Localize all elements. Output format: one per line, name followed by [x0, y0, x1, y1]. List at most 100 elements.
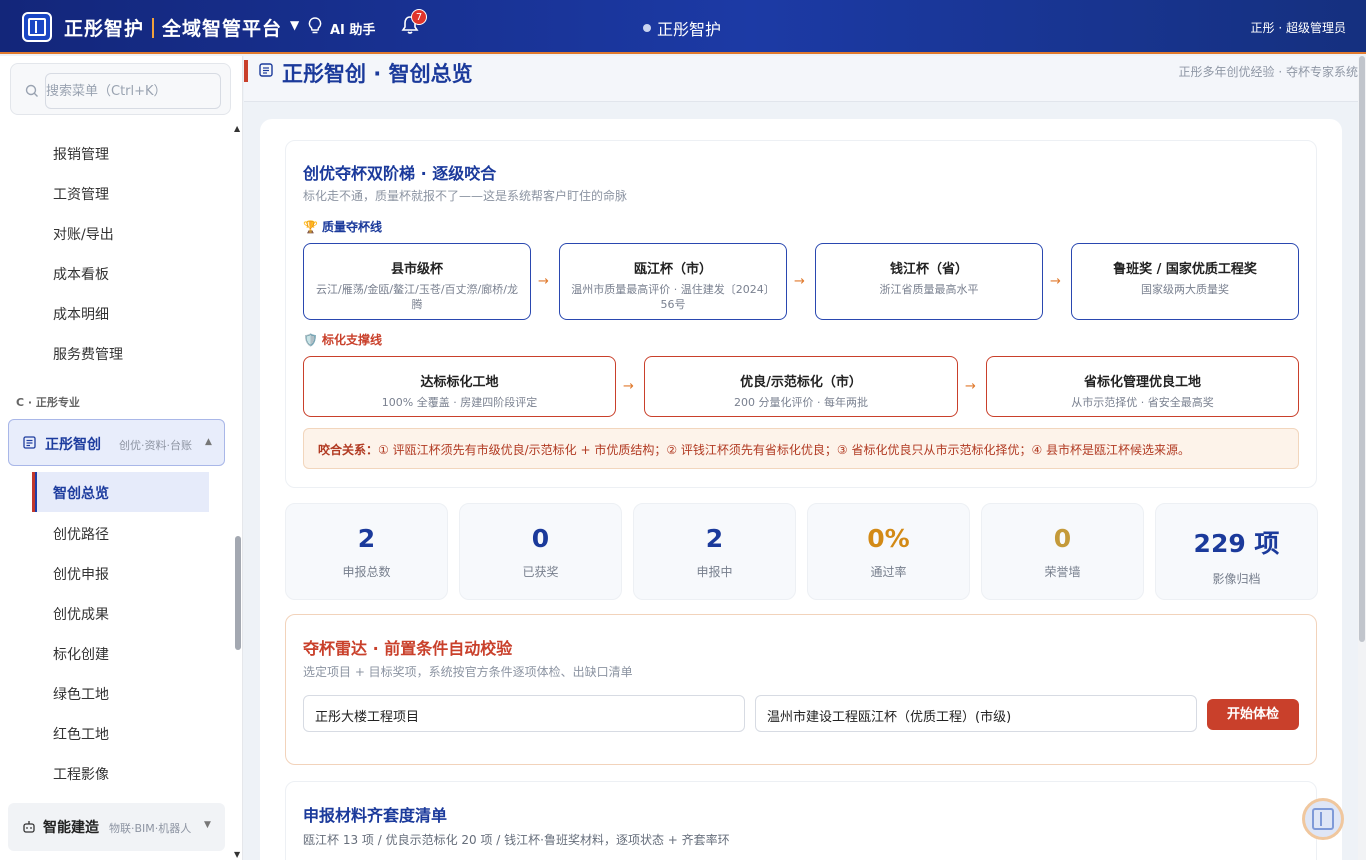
user-menu[interactable]: 正彤 · 超级管理员 — [1251, 19, 1346, 36]
page-title: 正彤智创 · 智创总览 — [282, 62, 473, 86]
step-desc: 200 分量化评价 · 每年两批 — [734, 396, 868, 409]
trophy-icon: 🏆 — [303, 219, 318, 234]
sidebar-item-reimbursement[interactable]: 报销管理 — [53, 144, 109, 164]
step-title: 鲁班奖 / 国家优质工程奖 — [1113, 262, 1257, 277]
standard-step-city[interactable]: 优良/示范标化（市） 200 分量化评价 · 每年两批 — [644, 356, 958, 417]
active-indicator — [35, 472, 37, 512]
sidebar-item-standard[interactable]: 标化创建 — [53, 644, 109, 664]
stat-value: 0% — [867, 524, 910, 553]
award-select[interactable]: 温州市建设工程瓯江杯（优质工程）(市级) — [755, 695, 1197, 732]
quality-step-county[interactable]: 县市级杯 云江/雁荡/金瓯/鳌江/玉苍/百丈漈/廊桥/龙腾 — [303, 243, 531, 320]
sidebar-item-payroll[interactable]: 工资管理 — [53, 184, 109, 204]
sidebar-item-apply[interactable]: 创优申报 — [53, 564, 109, 584]
quality-step-oujiang[interactable]: 瓯江杯（市） 温州市质量最高评价 · 温住建发〔2024〕56号 — [559, 243, 787, 320]
radar-subtitle: 选定项目 + 目标奖项，系统按官方条件逐项体检、出缺口清单 — [303, 665, 633, 679]
checklist-subtitle: 瓯江杯 13 项 / 优良示范标化 20 项 / 钱江杯·鲁班奖材料，逐项状态 … — [303, 833, 730, 847]
sidebar-item-images[interactable]: 工程影像 — [53, 764, 109, 784]
step-desc: 从市示范择优 · 省安全最高奖 — [1071, 396, 1214, 409]
sidebar-item-cost-board[interactable]: 成本看板 — [53, 264, 109, 284]
standard-step-basic[interactable]: 达标标化工地 100% 全覆盖 · 房建四阶段评定 — [303, 356, 616, 417]
stat-value: 2 — [357, 524, 376, 553]
start-check-button[interactable]: 开始体检 — [1207, 699, 1299, 730]
arrow-right-icon: → — [794, 274, 805, 289]
stat-label: 申报总数 — [342, 565, 391, 579]
lightbulb-icon[interactable] — [307, 17, 323, 35]
ladder-subtitle: 标化走不通，质量杯就报不了——这是系统帮客户盯住的命脉 — [303, 189, 628, 203]
step-title: 优良/示范标化（市） — [740, 375, 862, 390]
sidebar-item-reconcile[interactable]: 对账/导出 — [53, 224, 114, 244]
standard-line-text: 标化支撑线 — [321, 333, 382, 347]
sidebar-item-service-fee[interactable]: 服务费管理 — [53, 344, 123, 364]
arrow-right-icon: → — [965, 379, 976, 394]
sidebar-scroll-up-icon[interactable]: ▲ — [234, 124, 240, 133]
shield-icon: 🛡️ — [303, 332, 318, 347]
arrow-right-icon: → — [623, 379, 634, 394]
sidebar-group-zhichuang[interactable]: 正彤智创 创优·资料·台账 ▲ — [8, 419, 225, 466]
group-title: 智能建造 — [43, 820, 99, 836]
floating-logo-button[interactable] — [1302, 798, 1344, 840]
sidebar-item-path[interactable]: 创优路径 — [53, 524, 109, 544]
relation-note: 咬合关系：① 评瓯江杯须先有市级优良/示范标化 + 市优质结构；② 评钱江杯须先… — [303, 428, 1299, 469]
chevron-down-icon: ▼ — [204, 820, 211, 830]
project-select[interactable]: 正彤大楼工程项目 — [303, 695, 745, 732]
sidebar-scroll-down-icon[interactable]: ▼ — [234, 850, 240, 859]
sidebar-scrollbar[interactable] — [235, 536, 241, 650]
main-scrollbar[interactable] — [1358, 56, 1366, 860]
app-logo[interactable] — [22, 12, 52, 42]
standard-line-label: 🛡️ 标化支撑线 — [303, 331, 382, 348]
stat-label: 通过率 — [870, 565, 907, 579]
page-header: 正彤智创 · 智创总览 正彤多年创优经验 · 夺杯专家系统 — [244, 56, 1358, 102]
stat-label: 荣誉墙 — [1044, 565, 1081, 579]
title-accent — [244, 60, 248, 82]
step-title: 省标化管理优良工地 — [1083, 375, 1201, 390]
ai-assistant-button[interactable]: AI 助手 — [330, 19, 375, 38]
step-desc: 国家级两大质量奖 — [1141, 283, 1229, 296]
stat-label: 影像归档 — [1212, 572, 1261, 586]
step-title: 钱江杯（省） — [889, 262, 968, 277]
sidebar-item-green-site[interactable]: 绿色工地 — [53, 684, 109, 704]
document-icon — [23, 436, 36, 449]
brand-separator — [152, 17, 155, 38]
sidebar-search — [10, 63, 231, 115]
step-title: 达标标化工地 — [420, 375, 499, 390]
brand-main: 正彤智护 — [64, 18, 145, 40]
status-dot — [643, 24, 651, 32]
sidebar-item-overview[interactable]: 智创总览 — [32, 472, 209, 512]
group-subtitle: 创优·资料·台账 — [119, 439, 192, 452]
stat-card-total[interactable]: 2 申报总数 — [285, 503, 448, 600]
search-input[interactable] — [45, 73, 221, 109]
group-subtitle: 物联·BIM·机器人 — [109, 822, 192, 835]
arrow-right-icon: → — [538, 274, 549, 289]
arrow-right-icon: → — [1050, 274, 1061, 289]
quality-step-qianjiang[interactable]: 钱江杯（省） 浙江省质量最高水平 — [815, 243, 1043, 320]
scrollbar-thumb[interactable] — [1359, 56, 1365, 642]
ladder-title: 创优夺杯双阶梯 · 逐级咬合 — [303, 164, 497, 183]
stat-card-images[interactable]: 229 项 影像归档 — [1155, 503, 1318, 600]
stat-card-in-progress[interactable]: 2 申报中 — [633, 503, 796, 600]
stat-value: 0 — [1053, 524, 1072, 553]
stat-card-awarded[interactable]: 0 已获奖 — [459, 503, 622, 600]
quality-step-national[interactable]: 鲁班奖 / 国家优质工程奖 国家级两大质量奖 — [1071, 243, 1299, 320]
stat-value: 229 项 — [1193, 529, 1280, 558]
sidebar-item-red-site[interactable]: 红色工地 — [53, 724, 109, 744]
top-bar: 正彤智护 全域智管平台 ▼ AI 助手 7 正彤智护 正彤 · 超级管理员 — [0, 0, 1366, 54]
brand-sub: 全域智管平台 — [162, 18, 283, 40]
quality-line-text: 质量夺杯线 — [321, 220, 382, 234]
brand-dropdown-icon[interactable]: ▼ — [290, 18, 299, 32]
standard-step-province[interactable]: 省标化管理优良工地 从市示范择优 · 省安全最高奖 — [986, 356, 1299, 417]
center-title-text: 正彤智护 — [657, 20, 722, 39]
relation-label: 咬合关系： — [318, 443, 379, 457]
step-desc: 浙江省质量最高水平 — [879, 283, 979, 296]
sidebar: ▲ ▼ 报销管理 工资管理 对账/导出 成本看板 成本明细 服务费管理 C · … — [0, 56, 243, 860]
sidebar-item-cost-detail[interactable]: 成本明细 — [53, 304, 109, 324]
stat-card-honor-wall[interactable]: 0 荣誉墙 — [981, 503, 1144, 600]
stat-card-pass-rate[interactable]: 0% 通过率 — [807, 503, 970, 600]
step-desc: 100% 全覆盖 · 房建四阶段评定 — [381, 396, 538, 409]
sidebar-group-smart-build[interactable]: 智能建造 物联·BIM·机器人 ▼ — [8, 803, 225, 851]
quality-line-label: 🏆 质量夺杯线 — [303, 218, 382, 235]
stat-label: 已获奖 — [522, 565, 559, 579]
center-title: 正彤智护 — [643, 16, 721, 40]
sidebar-item-results[interactable]: 创优成果 — [53, 604, 109, 624]
stat-value: 0 — [531, 524, 550, 553]
search-icon — [25, 84, 38, 97]
